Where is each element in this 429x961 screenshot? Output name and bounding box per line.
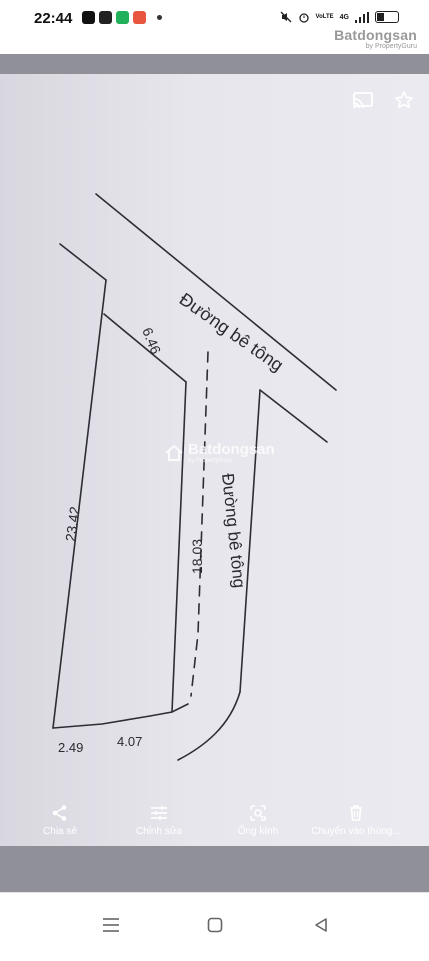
road-edge-right-top bbox=[259, 389, 328, 443]
home-icon[interactable] bbox=[207, 917, 223, 933]
watermark-sub: by PropertyGuru bbox=[188, 458, 233, 464]
status-bar: 22:44 VoLTE 4G Batdongsan by PropertyGur… bbox=[0, 0, 429, 54]
zalo-icon bbox=[82, 11, 95, 24]
road-edge-bottom bbox=[177, 691, 241, 761]
edit-sliders-icon bbox=[151, 806, 167, 820]
more-notifications-icon bbox=[157, 15, 162, 20]
centerline-dashed bbox=[190, 351, 209, 697]
notification-icons bbox=[82, 11, 162, 24]
brand-sub: by PropertyGuru bbox=[365, 43, 417, 50]
menu-icon[interactable] bbox=[102, 917, 120, 933]
mute-icon bbox=[280, 11, 292, 23]
photo-app-icon bbox=[133, 11, 146, 24]
watermark: Batdongsan by PropertyGuru bbox=[164, 441, 275, 464]
street-label-top: Đường bê tông bbox=[176, 289, 287, 375]
dimension-middle: 18.03 bbox=[189, 539, 205, 574]
edit-label: Chỉnh sửa bbox=[135, 826, 183, 837]
trash-button[interactable]: Chuyển vào thùng... bbox=[306, 804, 406, 837]
bottom-boundary bbox=[52, 703, 189, 729]
middle-boundary bbox=[171, 381, 187, 713]
lens-icon bbox=[250, 805, 266, 821]
alarm-icon bbox=[298, 13, 309, 23]
viewer-top-margin bbox=[0, 54, 429, 74]
watermark-name: Batdongsan bbox=[188, 441, 275, 458]
system-navigation-bar bbox=[0, 892, 429, 961]
photo-toolbar: Chia sẻ Chỉnh sửa Ống kính Chuyển vào th… bbox=[0, 804, 429, 854]
back-icon[interactable] bbox=[313, 917, 329, 933]
dimension-bottom-right: 4.07 bbox=[117, 734, 142, 749]
edit-button[interactable]: Chỉnh sửa bbox=[129, 804, 189, 837]
brand-name: Batdongsan bbox=[334, 27, 417, 43]
clock: 22:44 bbox=[34, 10, 73, 27]
trash-label: Chuyển vào thùng... bbox=[311, 826, 401, 837]
dimension-bottom-left: 2.49 bbox=[58, 740, 83, 755]
top-boundary bbox=[103, 313, 187, 383]
share-button[interactable]: Chia sẻ bbox=[40, 804, 80, 837]
share-label: Chia sẻ bbox=[43, 826, 77, 837]
trash-icon bbox=[350, 805, 362, 821]
photo-viewer[interactable]: Đường bê tông Đường bê tông 6.46 23.42 1… bbox=[0, 54, 429, 892]
brand-logo: Batdongsan by PropertyGuru bbox=[334, 27, 417, 50]
signal-icon bbox=[355, 11, 369, 23]
battery-icon bbox=[375, 11, 399, 23]
street-label-side: Đường bê tông bbox=[218, 472, 249, 589]
watermark-house-icon bbox=[165, 444, 183, 461]
lens-button[interactable]: Ống kính bbox=[230, 804, 286, 837]
lens-label: Ống kính bbox=[237, 826, 279, 837]
network-indicator: 4G bbox=[339, 13, 349, 21]
left-boundary bbox=[52, 279, 107, 729]
dimension-left: 23.42 bbox=[62, 505, 83, 542]
left-boundary-top bbox=[59, 243, 107, 281]
messages-icon bbox=[116, 11, 129, 24]
dimension-top: 6.46 bbox=[139, 325, 164, 356]
youtube-icon bbox=[99, 11, 112, 24]
system-status: VoLTE 4G bbox=[280, 11, 399, 23]
share-icon bbox=[52, 805, 67, 821]
volte-indicator: VoLTE bbox=[315, 14, 334, 20]
road-edge-top bbox=[95, 193, 337, 391]
